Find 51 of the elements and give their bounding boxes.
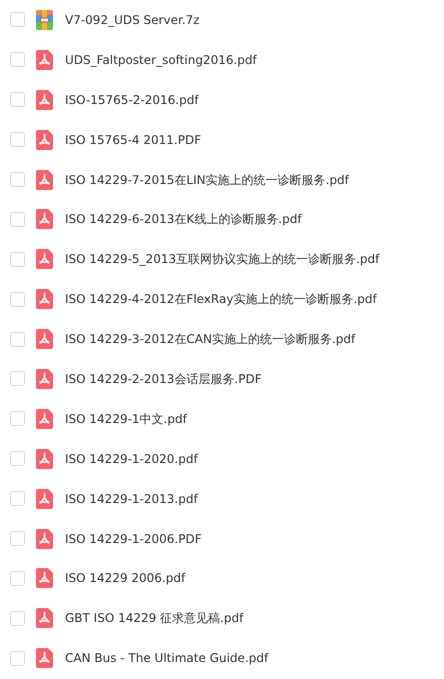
pdf-icon: [36, 130, 53, 150]
file-name[interactable]: ISO 14229-6-2013在K线上的诊断服务.pdf: [65, 210, 302, 228]
checkbox[interactable]: [10, 12, 25, 28]
checkbox[interactable]: [10, 132, 25, 148]
file-name[interactable]: ISO 14229-1-2013.pdf: [65, 490, 198, 508]
pdf-icon: [36, 568, 53, 588]
checkbox[interactable]: [10, 371, 25, 386]
pdf-icon: [36, 50, 53, 70]
file-name[interactable]: ISO 14229-1-2020.pdf: [65, 450, 198, 468]
file-name[interactable]: GBT ISO 14229 征求意见稿.pdf: [65, 609, 244, 628]
pdf-icon: [36, 209, 53, 230]
archive-icon: [36, 10, 53, 30]
checkbox[interactable]: [10, 451, 25, 466]
pdf-icon: [36, 170, 53, 190]
pdf-icon: [36, 329, 53, 350]
file-name[interactable]: ISO 14229-5_2013互联网协议实施上的统一诊断服务.pdf: [65, 250, 380, 268]
checkbox[interactable]: [10, 292, 25, 307]
checkbox[interactable]: [10, 491, 25, 506]
pdf-icon: [36, 289, 53, 310]
pdf-icon: [36, 608, 53, 628]
pdf-icon: [36, 90, 53, 110]
file-name[interactable]: ISO-15765-2-2016.pdf: [65, 90, 199, 109]
file-name[interactable]: V7-092_UDS Server.7z: [65, 10, 200, 29]
checkbox[interactable]: [10, 411, 25, 426]
checkbox[interactable]: [10, 570, 25, 586]
checkbox[interactable]: [10, 212, 25, 227]
file-name[interactable]: ISO 15765-4 2011.PDF: [65, 130, 202, 149]
file-name[interactable]: ISO 14229-7-2015在LIN实施上的统一诊断服务.pdf: [65, 170, 349, 188]
pdf-icon: [36, 488, 53, 509]
checkbox[interactable]: [10, 52, 25, 68]
pdf-icon: [36, 249, 53, 270]
checkbox[interactable]: [10, 610, 25, 626]
pdf-icon: [36, 368, 53, 389]
checkbox[interactable]: [10, 531, 25, 546]
pdf-icon: [36, 408, 53, 429]
pdf-icon: [36, 448, 53, 469]
checkbox[interactable]: [10, 332, 25, 347]
file-name[interactable]: ISO 14229-3-2012在CAN实施上的统一诊断服务.pdf: [65, 330, 356, 348]
file-name[interactable]: ISO 14229-4-2012在FlexRay实施上的统一诊断服务.pdf: [65, 290, 377, 308]
file-name[interactable]: ISO 14229-1-2006.PDF: [65, 530, 202, 548]
file-name[interactable]: UDS_Faltposter_softing2016.pdf: [65, 50, 257, 69]
file-name[interactable]: ISO 14229-1中文.pdf: [65, 410, 187, 428]
pdf-icon: [36, 528, 53, 549]
checkbox[interactable]: [10, 252, 25, 267]
checkbox[interactable]: [10, 172, 25, 187]
checkbox[interactable]: [10, 92, 25, 108]
checkbox[interactable]: [10, 650, 25, 666]
pdf-icon: [36, 648, 53, 668]
file-name[interactable]: ISO 14229 2006.pdf: [65, 569, 186, 588]
file-name[interactable]: CAN Bus - The Ultimate Guide.pdf: [65, 649, 268, 668]
file-name[interactable]: ISO 14229-2-2013会话层服务.PDF: [65, 370, 262, 388]
